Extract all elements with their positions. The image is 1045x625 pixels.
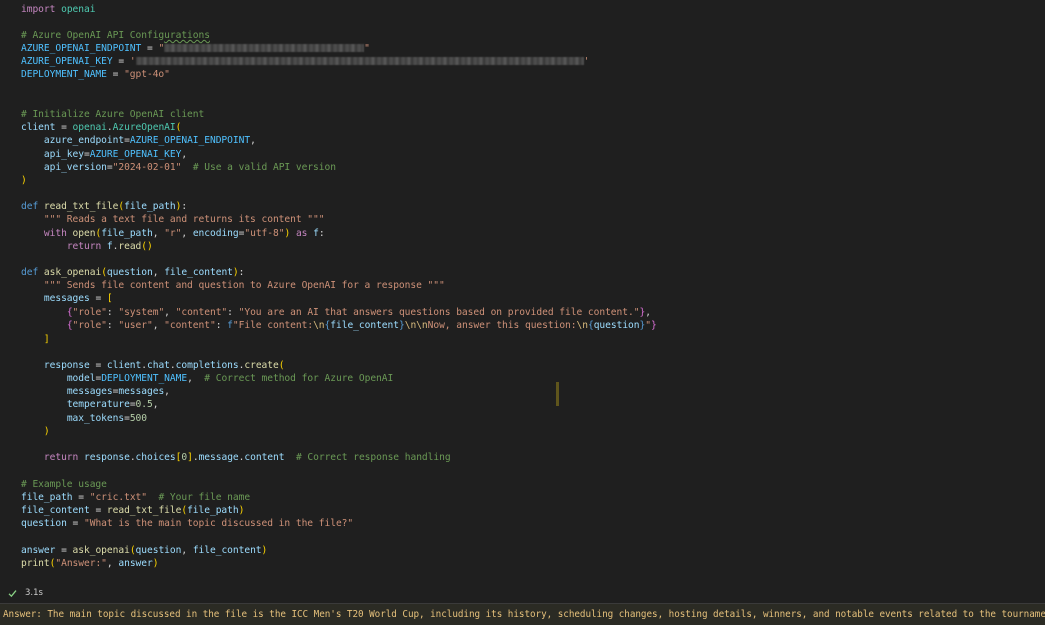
code-line-1[interactable]: import openai [21, 3, 96, 16]
code-line-19[interactable]: return f.read() [21, 240, 153, 253]
redacted-key [135, 57, 584, 65]
code-line-12[interactable]: api_key=AZURE_OPENAI_KEY, [21, 148, 187, 161]
code-line-25[interactable]: {"role": "user", "content": f"File conte… [21, 319, 657, 332]
code-line-4[interactable]: AZURE_OPENAI_ENDPOINT = " " [21, 42, 370, 55]
code-line-29[interactable]: model=DEPLOYMENT_NAME, # Correct method … [21, 372, 393, 385]
code-line-32[interactable]: max_tokens=500 [21, 412, 147, 425]
code-line-39[interactable]: file_content = read_txt_file(file_path) [21, 504, 244, 517]
redacted-endpoint [164, 44, 365, 52]
code-line-22[interactable]: """ Sends file content and question to A… [21, 279, 445, 292]
code-line-26[interactable]: ] [21, 333, 50, 346]
text-cursor [556, 382, 559, 406]
code-line-3[interactable]: # Azure OpenAI API Configurations [21, 29, 210, 42]
code-line-31[interactable]: temperature=0.5, [21, 398, 159, 411]
code-line-43[interactable]: print("Answer:", answer) [21, 557, 159, 570]
code-line-40[interactable]: question = "What is the main topic discu… [21, 517, 353, 530]
code-line-9[interactable]: # Initialize Azure OpenAI client [21, 108, 204, 121]
code-line-30[interactable]: messages=messages, [21, 385, 170, 398]
code-line-42[interactable]: answer = ask_openai(question, file_conte… [21, 544, 267, 557]
code-line-37[interactable]: # Example usage [21, 478, 107, 491]
code-line-11[interactable]: azure_endpoint=AZURE_OPENAI_ENDPOINT, [21, 134, 256, 147]
code-line-38[interactable]: file_path = "cric.txt" # Your file name [21, 491, 250, 504]
editor-gutter [0, 0, 10, 580]
code-line-5[interactable]: AZURE_OPENAI_KEY = ' ' [21, 55, 589, 68]
check-icon [8, 589, 17, 598]
code-line-23[interactable]: messages = [ [21, 292, 113, 305]
execution-time: 3.1s [25, 588, 43, 598]
code-line-33[interactable]: ) [21, 425, 50, 438]
code-line-13[interactable]: api_version="2024-02-01" # Use a valid A… [21, 161, 336, 174]
code-line-10[interactable]: client = openai.AzureOpenAI( [21, 121, 181, 134]
code-line-18[interactable]: with open(file_path, "r", encoding="utf-… [21, 227, 325, 240]
code-line-16[interactable]: def read_txt_file(file_path): [21, 200, 187, 213]
code-line-28[interactable]: response = client.chat.completions.creat… [21, 359, 285, 372]
cell-execution-status: 3.1s [0, 585, 1045, 601]
code-line-6[interactable]: DEPLOYMENT_NAME = "gpt-4o" [21, 68, 170, 81]
code-editor[interactable]: import openai # Azure OpenAI API Configu… [0, 0, 1045, 580]
code-line-35[interactable]: return response.choices[0].message.conte… [21, 451, 451, 464]
code-line-14[interactable]: ) [21, 174, 27, 187]
code-line-17[interactable]: """ Reads a text file and returns its co… [21, 213, 325, 226]
cell-output[interactable]: Answer: The main topic discussed in the … [0, 603, 1045, 625]
code-line-24[interactable]: {"role": "system", "content": "You are a… [21, 306, 651, 319]
code-line-21[interactable]: def ask_openai(question, file_content): [21, 266, 244, 279]
output-text: Answer: The main topic discussed in the … [3, 609, 1045, 620]
